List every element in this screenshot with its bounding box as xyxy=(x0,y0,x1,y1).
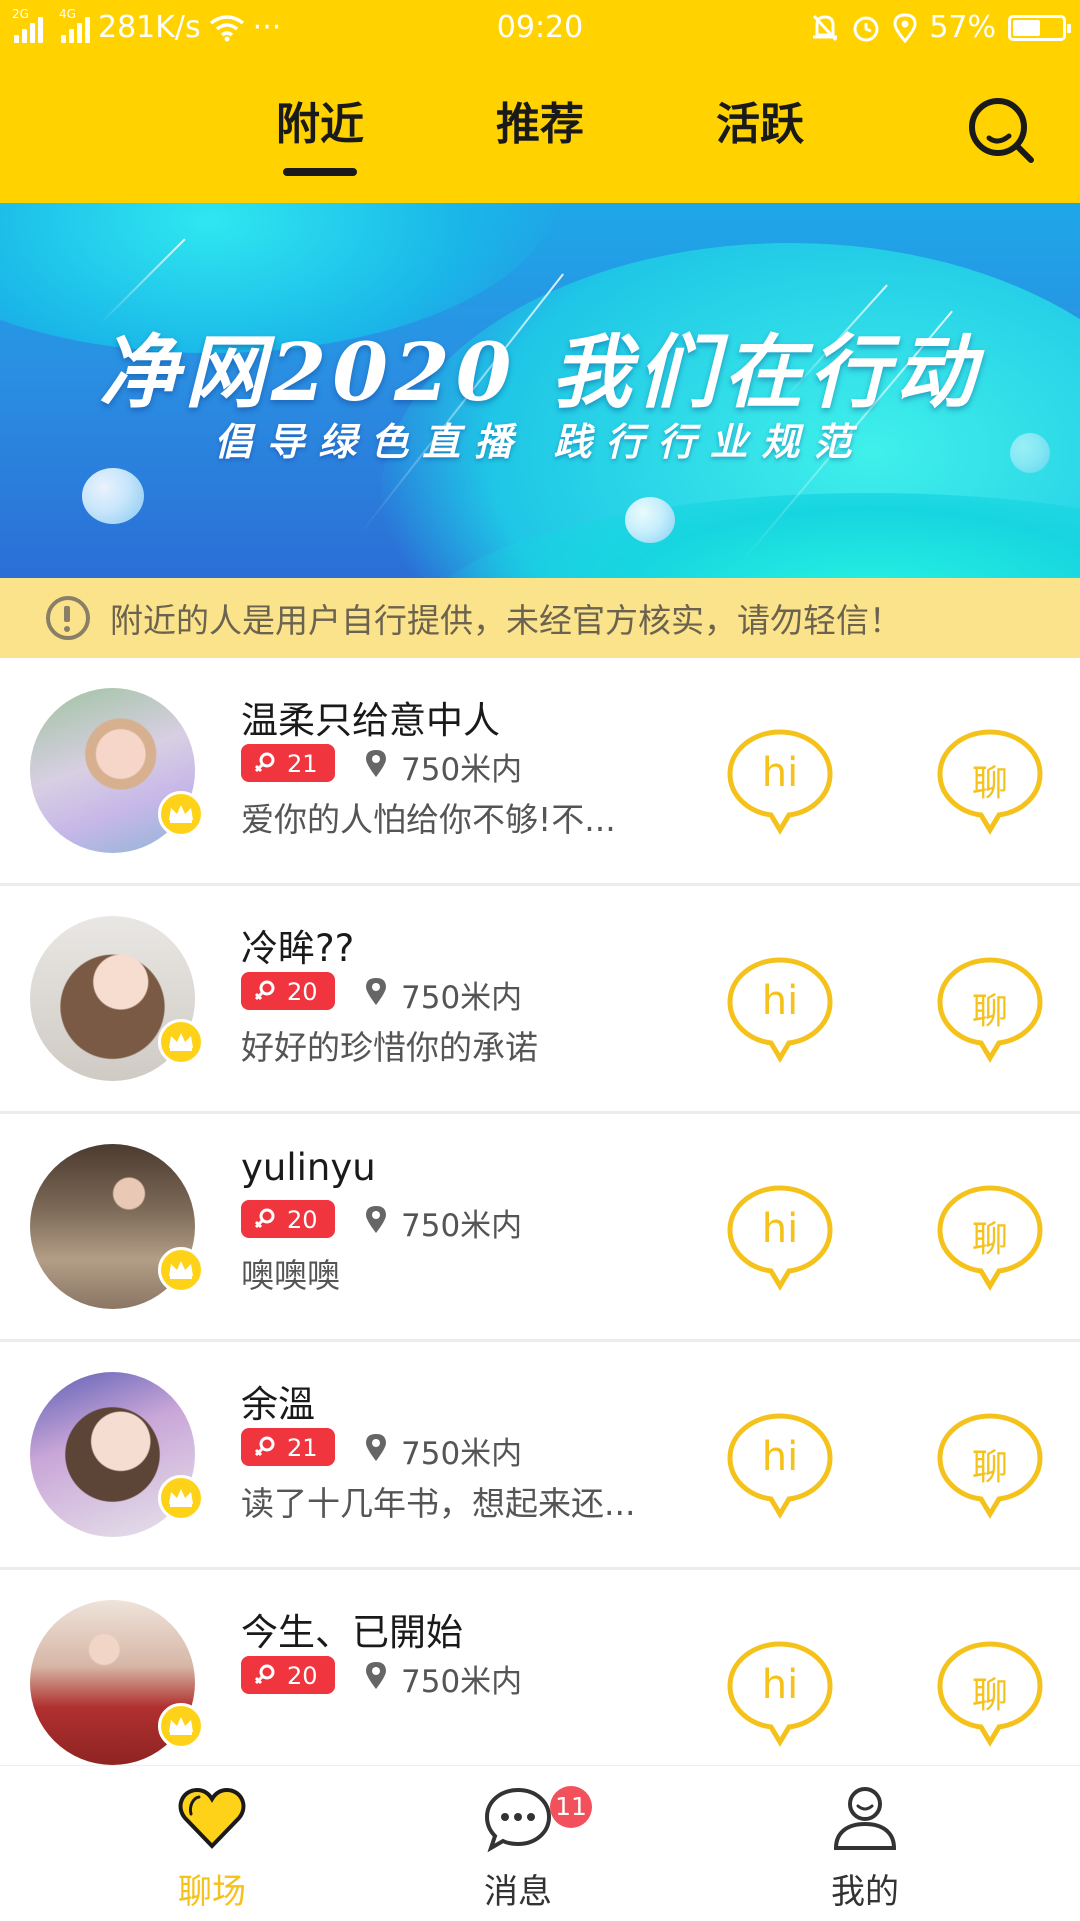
active-tab-indicator xyxy=(283,168,357,176)
notice-text: 附近的人是用户自行提供，未经官方核实，请勿轻信！ xyxy=(110,601,902,640)
user-name: 余溫 xyxy=(241,1383,315,1426)
chat-button[interactable]: 聊 xyxy=(935,1640,1045,1748)
gender-age-badge: 21 xyxy=(241,744,335,782)
chat-label: 聊 xyxy=(971,1447,1008,1488)
gender-age-badge: 20 xyxy=(241,1200,335,1238)
say-hi-button[interactable]: hi xyxy=(725,956,835,1064)
banner-decoration xyxy=(625,497,675,543)
top-header: 2G 4G 281K/s ··· 09:20 57% 附近 推荐 活跃 xyxy=(0,0,1080,203)
female-icon xyxy=(254,1208,275,1229)
user-age: 21 xyxy=(287,1434,318,1462)
vip-crown-icon xyxy=(158,1475,204,1521)
user-signature: 噢噢噢 xyxy=(241,1256,340,1295)
chat-button[interactable]: 聊 xyxy=(935,956,1045,1064)
location-pin-icon xyxy=(366,1206,386,1233)
user-name: yulinyu xyxy=(241,1146,376,1189)
tab-nearby[interactable]: 附近 xyxy=(245,88,395,152)
safety-notice: 附近的人是用户自行提供，未经官方核实，请勿轻信！ xyxy=(0,578,1080,658)
nav-chat-plaza[interactable]: 聊场 xyxy=(92,1766,332,1921)
nav-messages[interactable]: 11 消息 xyxy=(398,1766,638,1921)
user-distance: 750米内 xyxy=(401,1208,523,1244)
user-distance: 750米内 xyxy=(401,1664,523,1700)
chat-label: 聊 xyxy=(971,763,1008,804)
search-icon[interactable] xyxy=(967,96,1037,166)
tab-recommend[interactable]: 推荐 xyxy=(465,88,615,152)
say-hi-button[interactable]: hi xyxy=(725,1412,835,1520)
bell-muted-icon xyxy=(813,14,838,41)
promo-banner[interactable]: 净网2020 我们在行动 倡导绿色直播 践行行业规范 xyxy=(0,203,1080,578)
female-icon xyxy=(254,1664,275,1685)
alarm-icon xyxy=(853,16,879,41)
top-tabs: 附近 推荐 活跃 xyxy=(0,88,1080,178)
user-age: 20 xyxy=(287,1206,318,1234)
hi-label: hi xyxy=(761,1206,799,1252)
user-signature: 好好的珍惜你的承诺 xyxy=(241,1028,538,1067)
list-item[interactable]: 余溫 21 750米内 读了十几年书，想起来还... hi 聊 xyxy=(0,1342,1080,1570)
chat-label: 聊 xyxy=(971,1675,1008,1716)
user-distance: 750米内 xyxy=(401,752,523,788)
user-signature: 爱你的人怕给你不够!不... xyxy=(241,800,616,839)
vip-crown-icon xyxy=(158,791,204,837)
say-hi-button[interactable]: hi xyxy=(725,1184,835,1292)
nav-label: 我的 xyxy=(831,1872,899,1912)
status-bar: 2G 4G 281K/s ··· 09:20 57% xyxy=(0,0,1080,58)
nav-profile[interactable]: 我的 xyxy=(745,1766,985,1921)
list-item[interactable]: 温柔只给意中人 21 750米内 爱你的人怕给你不够!不... hi 聊 xyxy=(0,658,1080,886)
chat-label: 聊 xyxy=(971,991,1008,1032)
female-icon xyxy=(254,752,275,773)
battery-level xyxy=(1013,19,1040,36)
user-age: 20 xyxy=(287,978,318,1006)
heart-icon xyxy=(178,1787,246,1849)
location-pin-icon xyxy=(366,1434,386,1461)
nav-label: 聊场 xyxy=(178,1872,246,1912)
user-age: 21 xyxy=(287,750,318,778)
say-hi-button[interactable]: hi xyxy=(725,728,835,836)
user-distance: 750米内 xyxy=(401,980,523,1016)
say-hi-button[interactable]: hi xyxy=(725,1640,835,1748)
banner-decoration xyxy=(82,468,144,524)
chat-button[interactable]: 聊 xyxy=(935,1184,1045,1292)
hi-label: hi xyxy=(761,978,799,1024)
chat-button[interactable]: 聊 xyxy=(935,728,1045,836)
message-icon xyxy=(484,1787,552,1853)
user-signature: 读了十几年书，想起来还... xyxy=(241,1484,636,1523)
female-icon xyxy=(254,1436,275,1457)
list-item[interactable]: 今生、已開始 20 750米内 hi 聊 xyxy=(0,1570,1080,1798)
vip-crown-icon xyxy=(158,1019,204,1065)
gender-age-badge: 20 xyxy=(241,972,335,1010)
user-name: 冷眸?? xyxy=(241,927,355,970)
battery-percent: 57% xyxy=(929,10,996,45)
vip-crown-icon xyxy=(158,1247,204,1293)
status-right: 57% xyxy=(811,10,1071,45)
user-name: 温柔只给意中人 xyxy=(241,699,500,742)
vip-crown-icon xyxy=(158,1703,204,1749)
hi-label: hi xyxy=(761,1434,799,1480)
user-distance: 750米内 xyxy=(401,1436,523,1472)
battery-icon xyxy=(1008,14,1071,41)
bottom-navigation: 聊场 11 消息 我的 xyxy=(0,1765,1080,1920)
banner-subtitle: 倡导绿色直播 践行行业规范 xyxy=(214,419,866,464)
chat-button[interactable]: 聊 xyxy=(935,1412,1045,1520)
banner-title: 净网2020 我们在行动 xyxy=(98,325,982,419)
location-pin-icon xyxy=(366,1662,386,1689)
hi-label: hi xyxy=(761,1662,799,1708)
profile-icon xyxy=(833,1787,897,1850)
unread-badge: 11 xyxy=(550,1786,592,1828)
location-pin-icon xyxy=(366,750,386,777)
location-pin-icon xyxy=(366,978,386,1005)
tab-active[interactable]: 活跃 xyxy=(685,88,835,152)
list-item[interactable]: yulinyu 20 750米内 噢噢噢 hi 聊 xyxy=(0,1114,1080,1342)
gender-age-badge: 20 xyxy=(241,1656,335,1694)
gender-age-badge: 21 xyxy=(241,1428,335,1466)
warning-icon xyxy=(46,596,90,640)
location-icon xyxy=(893,12,917,43)
list-item[interactable]: 冷眸?? 20 750米内 好好的珍惜你的承诺 hi 聊 xyxy=(0,886,1080,1114)
hi-label: hi xyxy=(761,750,799,796)
chat-label: 聊 xyxy=(971,1219,1008,1260)
user-name: 今生、已開始 xyxy=(241,1611,463,1654)
female-icon xyxy=(254,980,275,1001)
user-age: 20 xyxy=(287,1662,318,1690)
nav-label: 消息 xyxy=(484,1872,552,1912)
